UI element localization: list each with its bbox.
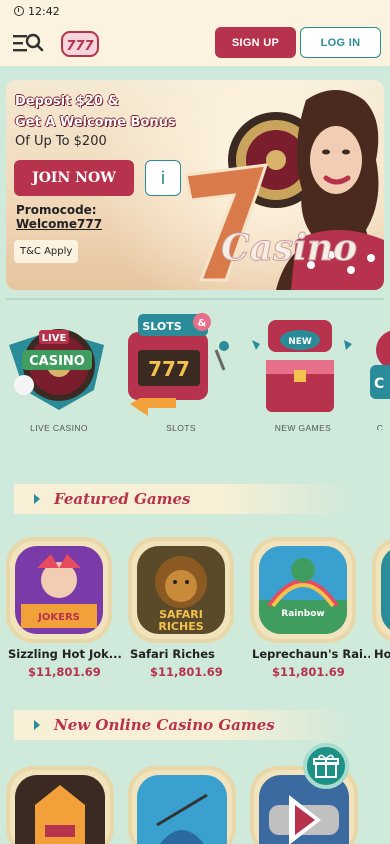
- section-title: Featured Games: [54, 490, 191, 508]
- svg-text:NEW: NEW: [288, 337, 312, 347]
- new-games-header: New Online Casino Games: [14, 710, 354, 740]
- category-label: SLOTS: [166, 423, 196, 433]
- game-thumbnail-frame: SAFARI RICHES: [128, 537, 234, 643]
- game-thumbnail: [15, 775, 105, 844]
- game-name: Safari Riches: [130, 647, 215, 661]
- promo-line-2: Get A Welcome Bonus: [15, 115, 176, 130]
- divider: [6, 298, 384, 300]
- category-new-games[interactable]: NEW NEW GAMES: [248, 310, 358, 433]
- play-triangle-icon: [34, 720, 40, 730]
- join-now-button[interactable]: JOIN NOW: [14, 160, 134, 196]
- featured-games-header: Featured Games: [14, 484, 354, 514]
- gift-icon: [313, 754, 339, 778]
- category-partial-icon: C: [370, 330, 390, 399]
- svg-text:Casino: Casino: [221, 227, 357, 269]
- game-thumbnail: Rainbow: [259, 546, 347, 634]
- info-button[interactable]: i: [145, 160, 181, 196]
- game-name: Hol: [374, 647, 390, 661]
- game-thumbnail: SAFARI RICHES: [137, 546, 225, 634]
- svg-text:C: C: [374, 376, 384, 392]
- game-jackpot: $11,801.69: [272, 665, 345, 679]
- category-live-casino[interactable]: CASINO LIVE LIVE CASINO: [4, 310, 114, 433]
- game-card[interactable]: Hol: [372, 537, 390, 677]
- game-thumbnail: [381, 546, 390, 634]
- svg-text:SLOTS: SLOTS: [142, 320, 181, 333]
- menu-search-icon[interactable]: [12, 32, 44, 54]
- promo-line-3: Of Up To $200: [15, 134, 107, 149]
- game-name: Sizzling Hot Jok...: [8, 647, 122, 661]
- svg-text:Rainbow: Rainbow: [281, 609, 324, 619]
- live-casino-icon: CASINO LIVE: [9, 329, 104, 410]
- casino-logo[interactable]: 777: [60, 29, 100, 59]
- svg-text:LIVE: LIVE: [42, 333, 67, 344]
- promocode-value[interactable]: Welcome777: [16, 217, 102, 231]
- svg-text:777: 777: [66, 39, 94, 54]
- svg-text:777: 777: [148, 357, 190, 381]
- header: 777 SIGN UP LOG IN: [0, 22, 390, 66]
- hero-banner[interactable]: Casino Deposit $20 & Get A Welcome Bonus…: [6, 80, 384, 290]
- svg-text:JOKERS: JOKERS: [37, 612, 80, 623]
- category-label: C: [376, 423, 384, 430]
- gift-button[interactable]: [303, 743, 349, 789]
- sign-up-button[interactable]: SIGN UP: [215, 27, 296, 58]
- game-name: Leprechaun's Rai...: [252, 647, 370, 661]
- slots-icon: 777 SLOTS &: [128, 313, 229, 416]
- game-thumbnail-frame: JOKERS: [6, 537, 112, 643]
- game-thumbnail-frame: [372, 537, 390, 643]
- category-label: LIVE CASINO: [30, 423, 88, 433]
- play-triangle-icon: [34, 494, 40, 504]
- alarm-icon: [14, 6, 24, 16]
- game-card[interactable]: [6, 766, 114, 844]
- game-thumbnail: BIG BASS: [137, 775, 227, 844]
- svg-text:&: &: [198, 318, 207, 329]
- game-thumbnail-frame: Rainbow: [250, 537, 356, 643]
- promocode-label: Promocode:: [16, 203, 97, 217]
- game-jackpot: $11,801.69: [150, 665, 223, 679]
- game-card[interactable]: BIG BASS: [128, 766, 236, 844]
- promo-line-1: Deposit $20 &: [15, 94, 119, 109]
- hero-illustration: Casino: [186, 90, 384, 290]
- section-title: New Online Casino Games: [54, 716, 275, 734]
- new-games-icon: NEW: [252, 320, 352, 412]
- tc-apply-badge[interactable]: T&C Apply: [14, 240, 79, 263]
- category-partial[interactable]: C C: [370, 310, 390, 430]
- game-thumbnail: JOKERS: [15, 546, 103, 634]
- status-bar: 12:42: [0, 0, 390, 22]
- svg-text:CASINO: CASINO: [29, 354, 85, 369]
- category-label: NEW GAMES: [274, 423, 332, 433]
- status-time: 12:42: [28, 4, 60, 18]
- category-slots[interactable]: 777 SLOTS & SLOTS: [126, 310, 236, 433]
- game-jackpot: $11,801.69: [28, 665, 101, 679]
- log-in-button[interactable]: LOG IN: [300, 27, 381, 58]
- svg-text:RICHES: RICHES: [158, 620, 203, 633]
